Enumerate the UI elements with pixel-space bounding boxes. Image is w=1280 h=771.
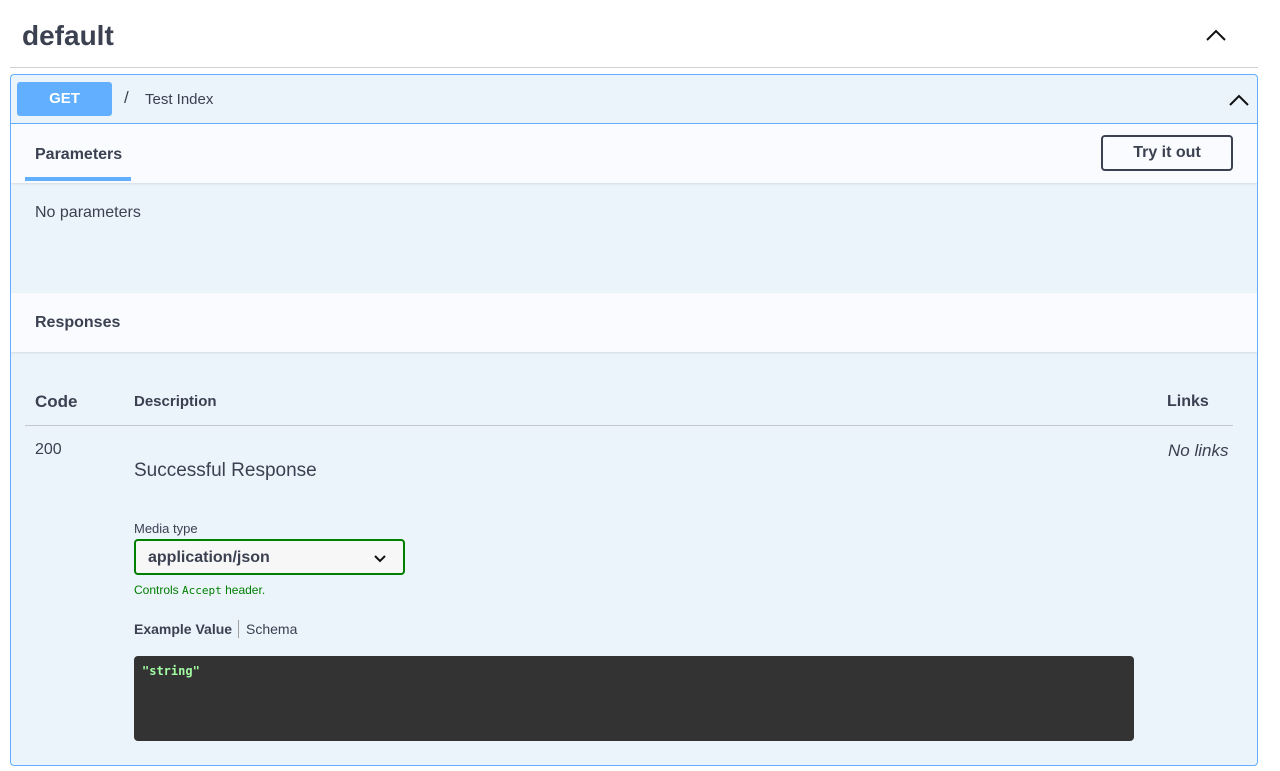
tab-example-value[interactable]: Example Value <box>134 621 232 637</box>
tag-title[interactable]: default <box>22 20 114 52</box>
operation-summary[interactable]: GET / Test Index <box>11 75 1257 124</box>
active-tab-indicator <box>25 177 131 181</box>
media-type-note: Controls Accept header. <box>134 583 265 597</box>
example-code-block: "string" <box>134 656 1134 741</box>
operation-summary-text[interactable]: Test Index <box>145 91 213 108</box>
method-badge[interactable]: GET <box>17 82 112 116</box>
column-header-links: Links <box>1167 393 1209 410</box>
response-description: Successful Response <box>134 460 317 481</box>
response-code: 200 <box>35 441 62 458</box>
column-header-code: Code <box>35 392 78 411</box>
try-it-out-button[interactable]: Try it out <box>1101 135 1233 171</box>
media-type-select[interactable]: application/json <box>134 539 405 575</box>
tab-schema[interactable]: Schema <box>246 621 297 637</box>
media-note-code: Accept <box>182 584 222 597</box>
responses-title: Responses <box>35 314 121 331</box>
tag-header[interactable]: default <box>10 0 1258 68</box>
operation-path[interactable]: / <box>124 88 129 108</box>
tab-divider <box>238 620 239 638</box>
table-divider <box>25 425 1233 426</box>
chevron-down-icon <box>374 555 386 563</box>
chevron-up-icon[interactable] <box>1204 24 1228 48</box>
responses-header: Responses <box>11 293 1257 352</box>
no-parameters-text: No parameters <box>35 204 141 221</box>
media-type-value: application/json <box>148 549 270 566</box>
media-note-suffix: header. <box>221 583 266 597</box>
response-links: No links <box>1168 441 1229 460</box>
media-note-prefix: Controls <box>134 583 183 597</box>
media-type-label: Media type <box>134 521 198 536</box>
tab-parameters[interactable]: Parameters <box>35 146 122 164</box>
column-header-description: Description <box>134 393 217 410</box>
example-code-text: "string" <box>142 664 200 678</box>
operation-block: GET / Test Index Parameters Try it out N… <box>10 74 1258 766</box>
chevron-up-icon[interactable] <box>1227 89 1251 113</box>
parameters-header: Parameters Try it out <box>11 124 1257 183</box>
